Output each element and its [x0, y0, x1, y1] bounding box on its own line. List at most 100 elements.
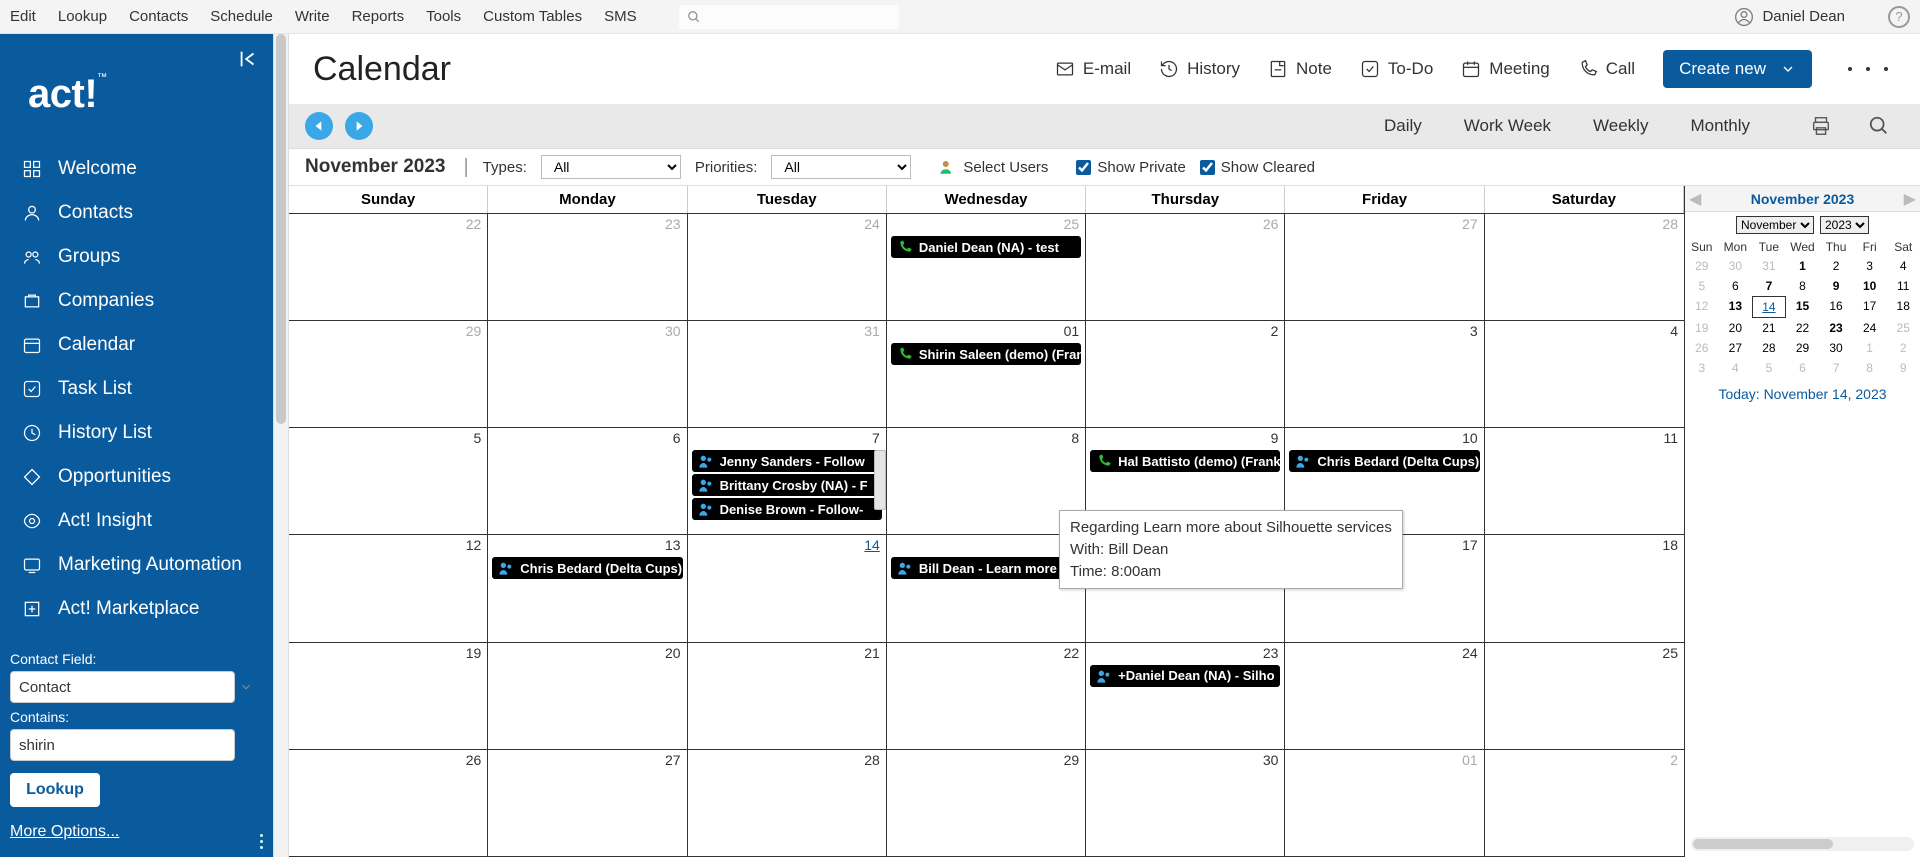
calendar-cell[interactable]: 25Daniel Dean (NA) - test	[887, 214, 1086, 320]
sidebar-handle-icon[interactable]	[260, 834, 263, 849]
calendar-cell[interactable]: 26	[1086, 214, 1285, 320]
mini-scrollbar[interactable]	[1691, 837, 1914, 851]
note-action[interactable]: Note	[1268, 59, 1332, 79]
mini-day[interactable]: 3	[1853, 256, 1887, 276]
user-area[interactable]: Daniel Dean ?	[1734, 6, 1910, 28]
calendar-cell[interactable]: 21	[688, 643, 887, 749]
calendar-event[interactable]: Brittany Crosby (NA) - F	[692, 474, 882, 496]
menu-schedule[interactable]: Schedule	[210, 8, 273, 25]
global-search-input[interactable]	[679, 5, 899, 29]
calendar-cell[interactable]: 13Chris Bedard (Delta Cups)	[488, 535, 687, 641]
mini-day[interactable]: 28	[1752, 338, 1786, 358]
menu-sms[interactable]: SMS	[604, 8, 637, 25]
calendar-cell[interactable]: 31	[688, 321, 887, 427]
calendar-event[interactable]: Daniel Dean (NA) - test	[891, 236, 1081, 258]
menu-reports[interactable]: Reports	[352, 8, 405, 25]
calendar-cell[interactable]: 19	[289, 643, 488, 749]
mini-day[interactable]: 6	[1786, 358, 1820, 378]
calendar-cell[interactable]: 24	[688, 214, 887, 320]
sidebar-scrollbar[interactable]	[273, 34, 289, 857]
calendar-cell[interactable]: 14	[688, 535, 887, 641]
sidebar-item-task-list[interactable]: Task List	[0, 367, 273, 411]
calendar-cell[interactable]: 6	[488, 428, 687, 534]
sidebar-item-welcome[interactable]: Welcome	[0, 147, 273, 191]
mini-day[interactable]: 20	[1719, 318, 1753, 338]
mini-day[interactable]: 2	[1819, 256, 1853, 276]
history-action[interactable]: History	[1159, 59, 1240, 79]
mini-day[interactable]: 9	[1886, 358, 1920, 378]
calendar-event[interactable]: Hal Battisto (demo) (Frank	[1090, 450, 1280, 472]
sidebar-item-companies[interactable]: Companies	[0, 279, 273, 323]
calendar-event[interactable]: Denise Brown - Follow-	[692, 498, 882, 520]
calendar-cell[interactable]: 30	[488, 321, 687, 427]
calendar-cell[interactable]: 3	[1285, 321, 1484, 427]
sidebar-item-calendar[interactable]: Calendar	[0, 323, 273, 367]
calendar-cell[interactable]: 20	[488, 643, 687, 749]
calendar-cell[interactable]: 5	[289, 428, 488, 534]
mini-day[interactable]: 22	[1786, 318, 1820, 338]
email-action[interactable]: E-mail	[1055, 59, 1131, 79]
calendar-cell[interactable]: 18	[1485, 535, 1684, 641]
mini-day[interactable]: 30	[1819, 338, 1853, 358]
mini-day[interactable]: 31	[1752, 256, 1786, 276]
calendar-cell[interactable]: 23+Daniel Dean (NA) - Silho	[1086, 643, 1285, 749]
lookup-button[interactable]: Lookup	[10, 773, 100, 807]
more-options-link[interactable]: More Options...	[10, 823, 263, 841]
mini-day[interactable]: 23	[1819, 318, 1853, 338]
menu-write[interactable]: Write	[295, 8, 330, 25]
contains-input[interactable]	[10, 729, 235, 761]
call-action[interactable]: Call	[1578, 59, 1635, 79]
calendar-cell[interactable]: 4	[1485, 321, 1684, 427]
calendar-cell[interactable]: 26	[289, 750, 488, 856]
mini-day[interactable]: 4	[1719, 358, 1753, 378]
mini-day[interactable]: 10	[1853, 276, 1887, 296]
calendar-cell[interactable]: 01Shirin Saleen (demo) (Fran	[887, 321, 1086, 427]
mini-day[interactable]: 5	[1685, 276, 1719, 296]
mini-next-icon[interactable]: ▶	[1904, 189, 1916, 209]
calendar-cell[interactable]: 29	[289, 321, 488, 427]
next-period-button[interactable]	[345, 112, 373, 140]
calendar-event[interactable]: Shirin Saleen (demo) (Fran	[891, 343, 1081, 365]
calendar-cell[interactable]: 28	[688, 750, 887, 856]
mini-day[interactable]: 24	[1853, 318, 1887, 338]
search-icon[interactable]	[1868, 115, 1890, 137]
menu-tools[interactable]: Tools	[426, 8, 461, 25]
show-cleared-checkbox[interactable]: Show Cleared	[1200, 159, 1315, 176]
mini-day[interactable]: 7	[1752, 276, 1786, 296]
mini-day[interactable]: 13	[1719, 296, 1753, 318]
calendar-event[interactable]: Chris Bedard (Delta Cups)	[1289, 450, 1479, 472]
calendar-cell[interactable]: 12	[289, 535, 488, 641]
meeting-action[interactable]: Meeting	[1461, 59, 1549, 79]
mini-day[interactable]: 18	[1886, 296, 1920, 318]
calendar-cell[interactable]: 8	[887, 428, 1086, 534]
mini-prev-icon[interactable]: ◀	[1689, 189, 1701, 209]
sidebar-item-act-insight[interactable]: Act! Insight	[0, 499, 273, 543]
mini-day[interactable]: 29	[1786, 338, 1820, 358]
mini-day[interactable]: 29	[1685, 256, 1719, 276]
calendar-cell[interactable]: 24	[1285, 643, 1484, 749]
tab-workweek[interactable]: Work Week	[1464, 116, 1551, 136]
help-icon[interactable]: ?	[1888, 6, 1910, 28]
mini-day[interactable]: 15	[1786, 296, 1820, 318]
calendar-cell[interactable]: 27	[1285, 214, 1484, 320]
mini-day[interactable]: 7	[1819, 358, 1853, 378]
mini-month-select[interactable]: November	[1736, 216, 1814, 234]
calendar-event[interactable]: Bill Dean - Learn more abo	[891, 557, 1081, 579]
create-new-button[interactable]: Create new	[1663, 50, 1812, 88]
sidebar-item-marketing-automation[interactable]: Marketing Automation	[0, 543, 273, 587]
menu-edit[interactable]: Edit	[10, 8, 36, 25]
mini-day[interactable]: 27	[1719, 338, 1753, 358]
mini-day[interactable]: 1	[1786, 256, 1820, 276]
calendar-cell[interactable]: 2	[1086, 321, 1285, 427]
select-users-button[interactable]: Select Users	[939, 158, 1048, 176]
mini-day[interactable]: 12	[1685, 296, 1719, 318]
tab-monthly[interactable]: Monthly	[1690, 116, 1750, 136]
calendar-cell[interactable]: 2	[1485, 750, 1684, 856]
mini-day[interactable]: 6	[1719, 276, 1753, 296]
sidebar-item-opportunities[interactable]: Opportunities	[0, 455, 273, 499]
mini-day[interactable]: 5	[1752, 358, 1786, 378]
mini-day[interactable]: 19	[1685, 318, 1719, 338]
calendar-event[interactable]: +Daniel Dean (NA) - Silho	[1090, 665, 1280, 687]
mini-day[interactable]: 8	[1786, 276, 1820, 296]
mini-day[interactable]: 30	[1719, 256, 1753, 276]
